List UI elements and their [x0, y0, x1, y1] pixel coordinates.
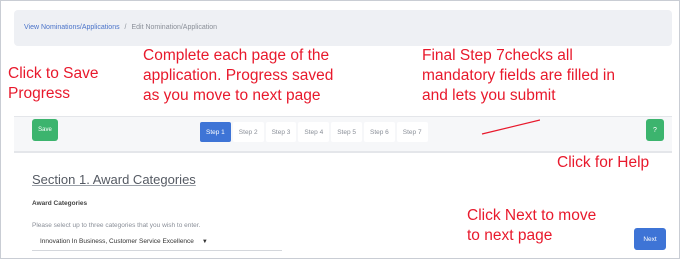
step-1-tab[interactable]: Step 1	[200, 122, 231, 142]
annotation-final-line-1: Final Step 7checks all	[422, 47, 573, 64]
save-button[interactable]: Save	[32, 119, 58, 141]
breadcrumb-current: Edit Nomination/Application	[131, 24, 218, 31]
annotation-final-line-3: and lets you submit	[422, 87, 556, 104]
chevron-down-icon: ▼	[201, 238, 208, 245]
annotation-save: Click to Save Progress	[8, 64, 98, 104]
annotation-help-line-1: Click for Help	[557, 154, 650, 171]
step-5-tab[interactable]: Step 5	[331, 122, 362, 142]
step-4-tab[interactable]: Step 4	[298, 122, 330, 142]
annotation-progress-line-2: application. Progress saved	[143, 67, 334, 84]
next-button[interactable]: Next	[634, 228, 666, 250]
annotation-save-line-2: Progress	[8, 85, 71, 102]
select-value: Innovation In Business, Customer Service…	[40, 238, 194, 245]
annotation-progress-line-3: as you move to next page	[143, 87, 321, 104]
annotation-progress-line-1: Complete each page of the	[143, 47, 330, 64]
annotation-help: Click for Help	[557, 153, 649, 173]
award-categories-select[interactable]: Innovation In Business, Customer Service…	[32, 233, 282, 251]
annotation-progress: Complete each page of the application. P…	[143, 46, 333, 106]
annotation-final-line-2: mandatory fields are filled in	[422, 67, 615, 84]
award-categories-help: Please select up to three categories tha…	[32, 222, 201, 229]
breadcrumb-link-nominations[interactable]: View Nominations/Applications	[24, 24, 120, 31]
annotation-pointer-line	[481, 119, 540, 135]
step-navigation: Step 1 Step 2 Step 3 Step 4 Step 5 Step …	[200, 122, 428, 142]
breadcrumb: View Nominations/Applications / Edit Nom…	[14, 10, 672, 46]
annotation-next-line-2: to next page	[467, 227, 553, 244]
step-3-tab[interactable]: Step 3	[265, 122, 297, 142]
help-button[interactable]: ?	[646, 119, 664, 141]
annotation-final-step: Final Step 7checks all mandatory fields …	[422, 46, 615, 106]
annotation-save-line-1: Click to Save	[8, 65, 99, 82]
breadcrumb-separator: /	[124, 24, 127, 31]
annotation-next: Click Next to move to next page	[467, 206, 596, 246]
step-2-tab[interactable]: Step 2	[232, 122, 264, 142]
step-6-tab[interactable]: Step 6	[363, 122, 395, 142]
section-title: Section 1. Award Categories	[32, 172, 196, 187]
step-7-tab[interactable]: Step 7	[396, 122, 428, 142]
award-categories-label: Award Categories	[32, 200, 88, 207]
annotation-next-line-1: Click Next to move	[467, 207, 597, 224]
